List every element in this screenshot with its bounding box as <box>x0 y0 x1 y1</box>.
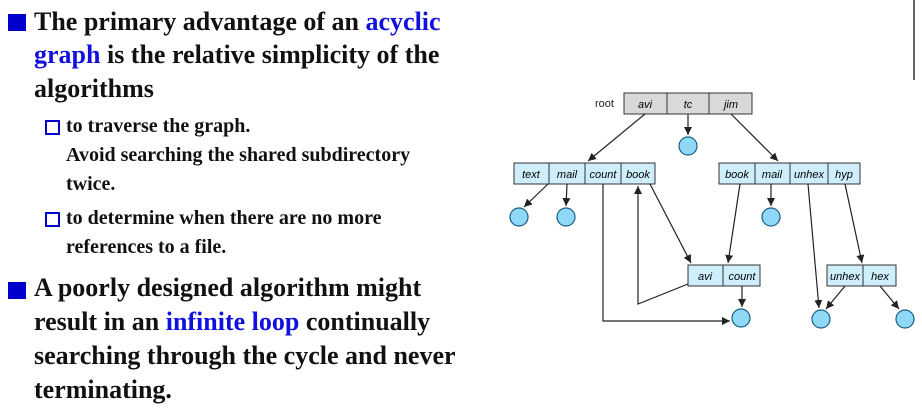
edge <box>562 183 571 207</box>
directory-shared: avi count <box>687 264 761 287</box>
root-entry-jim: jim <box>722 99 738 111</box>
file-node-icon <box>895 309 915 329</box>
edge <box>807 183 823 309</box>
scroll-edge <box>913 0 915 80</box>
edge <box>825 285 846 310</box>
file-node-icon <box>556 207 576 227</box>
edge <box>587 113 646 162</box>
file-node-icon <box>678 136 698 156</box>
acyclic-graph-diagram: root avi tc jim text mail count book boo… <box>509 92 915 329</box>
tc-entry-book: book <box>626 169 650 181</box>
file-node-icon <box>761 207 781 227</box>
edge <box>602 184 730 325</box>
jim-entry-unhex: unhex <box>794 169 824 181</box>
root-label: root <box>595 98 614 110</box>
shared-entry-count: count <box>729 271 757 283</box>
edge <box>634 186 689 305</box>
directory-jim: book mail unhex hyp <box>718 162 861 185</box>
directory-hyp: unhex hex <box>826 264 897 287</box>
edge <box>730 113 779 162</box>
tc-entry-text: text <box>522 169 541 181</box>
edge <box>879 285 900 310</box>
hyp-entry-unhex: unhex <box>830 271 860 283</box>
root-entry-avi: avi <box>638 99 653 111</box>
jim-entry-mail: mail <box>762 169 783 181</box>
file-node-icon <box>811 309 831 329</box>
tc-entry-count: count <box>590 169 618 181</box>
edge <box>649 183 692 264</box>
graph-edges <box>523 113 900 325</box>
root-entry-tc: tc <box>684 99 693 111</box>
edge <box>725 183 741 264</box>
edge <box>523 183 549 208</box>
root-directory: avi tc jim <box>623 92 753 115</box>
jim-entry-book: book <box>725 169 749 181</box>
jim-entry-hyp: hyp <box>835 169 853 181</box>
directory-tc: text mail count book <box>513 162 656 185</box>
file-node-icon <box>509 207 529 227</box>
hyp-entry-hex: hex <box>871 271 889 283</box>
shared-entry-avi: avi <box>698 271 713 283</box>
tc-entry-mail: mail <box>557 169 578 181</box>
edge <box>844 183 865 264</box>
file-node-icon <box>731 308 751 328</box>
